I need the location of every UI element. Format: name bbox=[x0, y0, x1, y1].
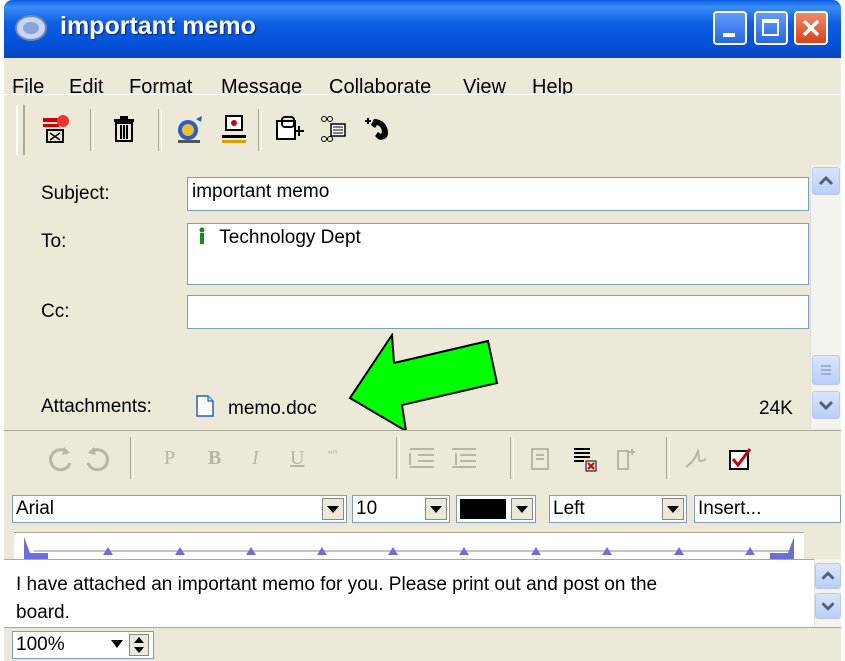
insert-select[interactable]: Insert... bbox=[694, 495, 841, 523]
to-field[interactable]: Technology Dept bbox=[187, 223, 809, 285]
font-select[interactable]: Arial bbox=[12, 495, 347, 523]
toolbar-separator bbox=[666, 437, 670, 479]
checkbox-icon[interactable] bbox=[724, 443, 756, 475]
close-icon bbox=[802, 19, 820, 37]
attach-icon[interactable] bbox=[274, 113, 306, 145]
chevron-down-icon bbox=[818, 400, 834, 411]
header-scrollbar[interactable] bbox=[810, 165, 841, 429]
address-book-icon[interactable] bbox=[174, 113, 206, 145]
grip-icon bbox=[821, 365, 831, 375]
menu-bar: File Edit Format Message Collaborate Vie… bbox=[4, 58, 841, 98]
schedule-icon[interactable] bbox=[318, 113, 350, 145]
bold-icon[interactable]: B bbox=[208, 447, 221, 470]
cc-field[interactable] bbox=[187, 295, 809, 329]
scroll-up-button[interactable] bbox=[812, 167, 840, 195]
body-text-line2: board. bbox=[16, 602, 70, 623]
scroll-thumb[interactable] bbox=[812, 355, 840, 385]
quote-icon[interactable]: “” bbox=[328, 447, 337, 463]
app-icon[interactable] bbox=[14, 13, 48, 43]
message-body[interactable]: I have attached an important memo for yo… bbox=[4, 559, 814, 628]
body-text-line1: I have attached an important memo for yo… bbox=[16, 574, 658, 595]
format-toolbar: P B I U “” bbox=[4, 430, 841, 491]
align-value: Left bbox=[553, 498, 585, 519]
subject-field[interactable]: important memo bbox=[187, 177, 809, 211]
signature-icon[interactable] bbox=[682, 443, 714, 475]
delete-icon[interactable] bbox=[108, 113, 140, 145]
subject-value: important memo bbox=[192, 181, 330, 202]
outdent-icon[interactable] bbox=[448, 443, 480, 475]
maximize-button[interactable] bbox=[754, 11, 788, 45]
to-label: To: bbox=[41, 231, 67, 252]
green-arrow-annotation bbox=[348, 333, 499, 433]
window-title: important memo bbox=[60, 12, 256, 40]
phone-icon[interactable] bbox=[362, 113, 394, 145]
font-value: Arial bbox=[16, 498, 55, 519]
maximize-icon bbox=[762, 19, 779, 36]
insert-value: Insert... bbox=[698, 498, 762, 519]
attachment-size: 24K bbox=[759, 398, 793, 419]
body-scrollbar[interactable] bbox=[814, 559, 841, 627]
scroll-up-button[interactable] bbox=[815, 563, 841, 589]
subject-label: Subject: bbox=[41, 183, 110, 204]
chevron-down-icon[interactable] bbox=[511, 498, 533, 520]
chevron-down-icon[interactable] bbox=[662, 498, 684, 520]
chevron-down-icon[interactable] bbox=[111, 640, 123, 648]
document-icon bbox=[196, 395, 214, 417]
chevron-up-icon bbox=[821, 571, 835, 580]
toolbar-separator bbox=[90, 109, 94, 151]
close-button[interactable] bbox=[794, 11, 828, 45]
title-bar[interactable]: important memo bbox=[4, 0, 841, 58]
status-bar: 100% bbox=[4, 627, 841, 661]
chevron-up-icon bbox=[818, 175, 834, 186]
spell-check-icon[interactable] bbox=[526, 443, 558, 475]
indent-icon[interactable] bbox=[406, 443, 438, 475]
to-recipient[interactable]: Technology Dept bbox=[219, 227, 361, 248]
toolbar-grip[interactable] bbox=[16, 105, 25, 155]
app-window: important memo File Edit Format Message … bbox=[4, 0, 841, 661]
scroll-down-button[interactable] bbox=[815, 593, 841, 619]
right-indent-marker bbox=[770, 537, 794, 559]
minimize-button[interactable] bbox=[713, 11, 747, 45]
chevron-down-icon[interactable] bbox=[425, 498, 447, 520]
zoom-spinner[interactable] bbox=[129, 634, 149, 656]
person-icon bbox=[199, 227, 205, 244]
font-bar: Arial 10 Left Insert... bbox=[4, 490, 841, 530]
chevron-down-icon bbox=[134, 647, 144, 653]
align-select[interactable]: Left bbox=[549, 495, 687, 523]
zoom-select[interactable]: 100% bbox=[12, 631, 154, 659]
plain-text-icon[interactable]: P bbox=[164, 447, 175, 470]
color-swatch bbox=[460, 499, 506, 519]
attachment-item[interactable]: memo.doc bbox=[228, 398, 317, 420]
toolbar-separator bbox=[258, 109, 262, 151]
send-icon[interactable] bbox=[40, 113, 72, 145]
chevron-down-icon[interactable] bbox=[322, 498, 344, 520]
size-value: 10 bbox=[356, 498, 378, 519]
message-header: Subject: important memo To: Technology D… bbox=[4, 165, 810, 433]
redo-icon[interactable] bbox=[82, 443, 114, 475]
underline-icon[interactable]: U bbox=[290, 447, 304, 470]
cc-label: Cc: bbox=[41, 301, 70, 322]
left-indent-marker bbox=[24, 537, 48, 559]
scroll-down-button[interactable] bbox=[812, 391, 840, 419]
zoom-value: 100% bbox=[16, 634, 65, 655]
check-names-icon[interactable] bbox=[218, 113, 250, 145]
toolbar-separator bbox=[158, 109, 162, 151]
attachments-label: Attachments: bbox=[41, 396, 152, 417]
color-select[interactable] bbox=[456, 495, 536, 523]
insert-icon[interactable] bbox=[612, 443, 644, 475]
undo-icon[interactable] bbox=[44, 443, 76, 475]
toolbar-separator bbox=[396, 437, 400, 479]
size-select[interactable]: 10 bbox=[352, 495, 450, 523]
toolbar-separator bbox=[130, 437, 134, 479]
italic-icon[interactable]: I bbox=[252, 447, 259, 470]
toolbar-separator bbox=[510, 437, 514, 479]
chevron-up-icon bbox=[134, 637, 144, 643]
chevron-down-icon bbox=[821, 602, 835, 611]
minimize-icon bbox=[723, 33, 735, 37]
ruler[interactable] bbox=[14, 532, 804, 559]
main-toolbar bbox=[4, 94, 841, 166]
numbered-list-icon[interactable] bbox=[570, 443, 602, 475]
